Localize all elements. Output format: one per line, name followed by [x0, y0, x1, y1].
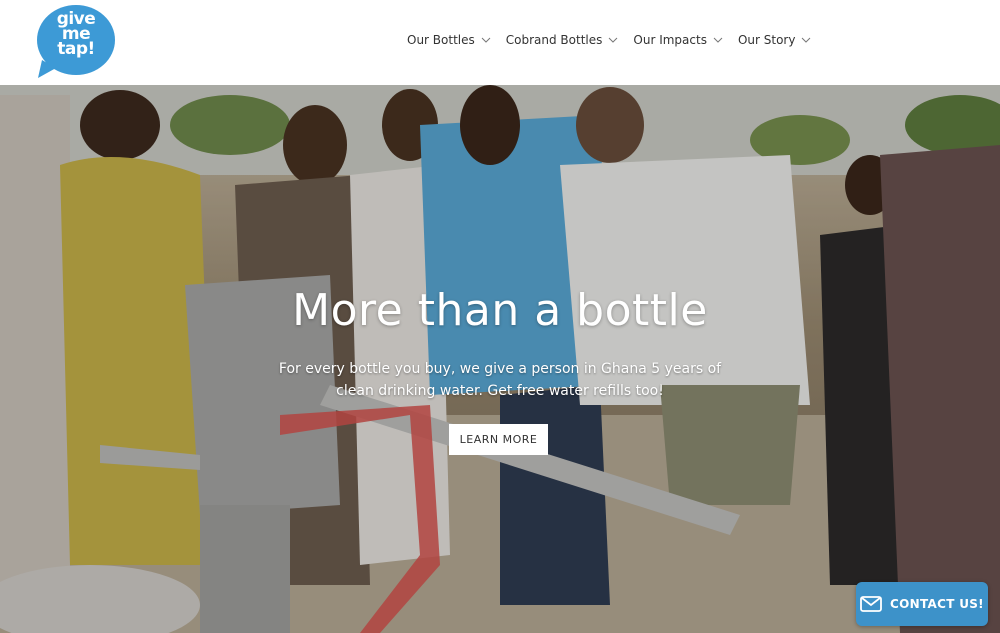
nav-item-cobrand-bottles[interactable]: Cobrand Bottles — [506, 33, 620, 47]
nav-item-label: Our Impacts — [633, 33, 707, 47]
contact-us-label: CONTACT US! — [890, 597, 984, 611]
chevron-down-icon — [713, 37, 723, 43]
nav-item-our-impacts[interactable]: Our Impacts — [633, 33, 724, 47]
chevron-down-icon — [609, 37, 618, 43]
nav-item-our-bottles[interactable]: Our Bottles — [407, 33, 492, 47]
nav-item-label: Cobrand Bottles — [505, 33, 603, 47]
chevron-down-icon — [802, 37, 811, 43]
contact-us-button[interactable]: CONTACT US! — [856, 582, 988, 626]
nav-item-label: Our Bottles — [407, 33, 475, 47]
logo-text: give me tap! — [56, 9, 96, 59]
nav-item-label: Our Story — [737, 33, 796, 47]
mail-icon — [860, 596, 882, 612]
hero-section: More than a bottle For every bottle you … — [0, 85, 1000, 633]
chevron-down-icon — [481, 37, 491, 43]
hero-headline: More than a bottle — [292, 285, 708, 336]
hero-subline: For every bottle you buy, we give a pers… — [278, 361, 722, 399]
main-nav: Our Bottles Cobrand Bottles Our Impacts … — [407, 33, 826, 47]
learn-more-button[interactable]: LEARN MORE — [449, 424, 548, 455]
nav-item-our-story[interactable]: Our Story — [738, 33, 813, 47]
header-bar: give me tap! Our Bottles Cobrand Bottles… — [0, 0, 1000, 85]
